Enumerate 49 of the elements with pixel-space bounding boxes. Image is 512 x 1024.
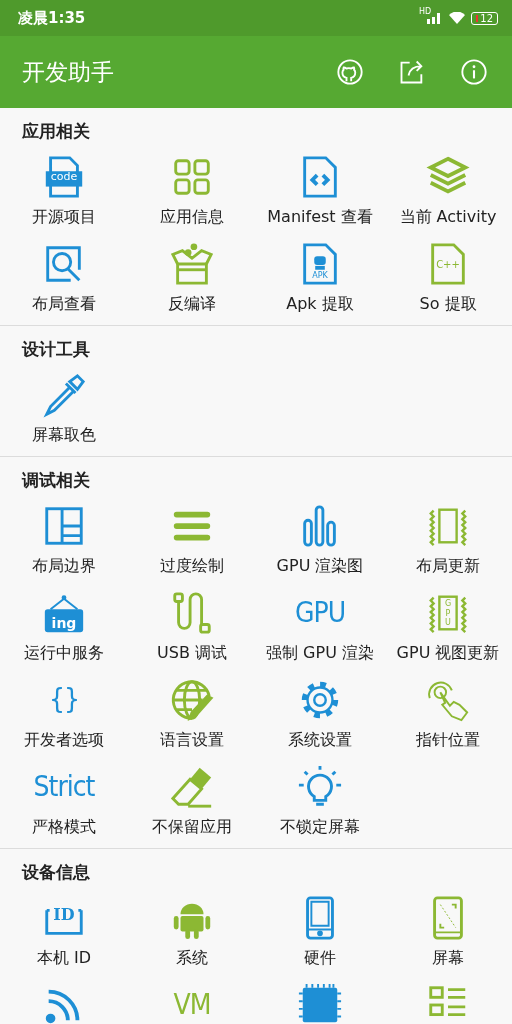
tool-item[interactable]: Strict 严格模式 <box>0 761 128 848</box>
tool-item[interactable]: USB 调试 <box>128 587 256 674</box>
tool-item[interactable]: 反编译 <box>128 238 256 325</box>
wifi-icon <box>449 12 466 24</box>
section-title: 应用相关 <box>22 120 91 143</box>
app-title: 开发助手 <box>22 57 114 87</box>
tool-item[interactable]: C++ So 提取 <box>384 238 512 325</box>
icon-text: VM <box>173 991 211 1019</box>
icon-text: Strict <box>33 773 95 801</box>
tool-item[interactable]: APK Apk 提取 <box>256 238 384 325</box>
battery-indicator: 12 <box>471 11 498 25</box>
tool-item[interactable]: GPU 强制 GPU 渲染 <box>256 587 384 674</box>
icon-text: GPU <box>444 599 452 628</box>
tool-item[interactable]: 不保留应用 <box>128 761 256 848</box>
tool-item[interactable]: 屏幕取色 <box>0 369 128 456</box>
tool-item[interactable]: ID 本机 ID <box>0 892 128 979</box>
tool-item[interactable]: 不锁定屏幕 <box>256 761 384 848</box>
icon-text: APK <box>312 272 328 280</box>
tool-item[interactable]: Manifest 查看 <box>256 151 384 238</box>
status-time: 凌晨1:35 <box>18 8 86 28</box>
section-title: 调试相关 <box>22 469 91 492</box>
tool-item[interactable]: 布局查看 <box>0 238 128 325</box>
tool-item[interactable]: 屏幕 <box>384 892 512 979</box>
icon-text: ID <box>53 907 75 923</box>
github-icon[interactable] <box>336 58 364 86</box>
icon-text: GPU <box>294 599 346 627</box>
tool-item[interactable]: 布局边界 <box>0 500 128 587</box>
tool-item[interactable]: GPU GPU 视图更新 <box>384 587 512 674</box>
tool-item[interactable]: {} 开发者选项 <box>0 674 128 761</box>
tool-item[interactable]: code 开源项目 <box>0 151 128 238</box>
section-title: 设计工具 <box>22 338 91 361</box>
section-title: 设备信息 <box>22 861 91 884</box>
tool-item[interactable]: 当前 Activity <box>384 151 512 238</box>
tool-item[interactable]: ing 运行中服务 <box>0 587 128 674</box>
tool-item[interactable]: 系统设置 <box>256 674 384 761</box>
icon-text: C++ <box>436 260 460 270</box>
info-icon[interactable] <box>460 58 488 86</box>
tool-item[interactable]: 硬件 <box>256 892 384 979</box>
tool-item[interactable]: 应用信息 <box>128 151 256 238</box>
icon-text: code <box>50 171 78 182</box>
tool-item[interactable]: 布局更新 <box>384 500 512 587</box>
icon-text: ing <box>51 616 77 630</box>
tool-item[interactable]: 指针位置 <box>384 674 512 761</box>
icon-text: {} <box>48 686 79 714</box>
tool-item[interactable]: 系统 <box>128 892 256 979</box>
tool-item[interactable]: GPU 渲染图 <box>256 500 384 587</box>
network-type: HD <box>419 7 432 16</box>
tool-item[interactable]: 过度绘制 <box>128 500 256 587</box>
tool-item[interactable]: 语言设置 <box>128 674 256 761</box>
